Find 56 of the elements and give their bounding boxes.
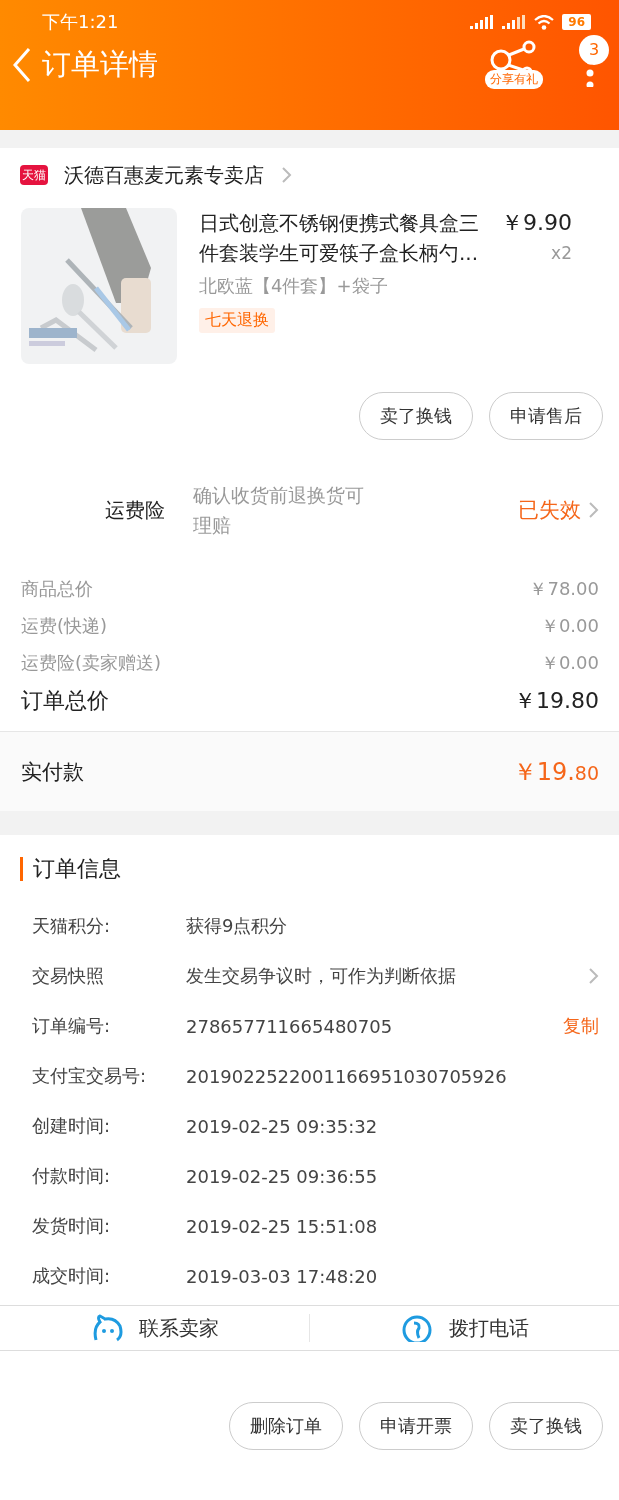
info-value: 2019-02-25 15:51:08	[186, 1215, 379, 1237]
info-value: 2019-02-25 09:35:32	[186, 1115, 379, 1137]
action-button[interactable]: 卖了换钱	[489, 1401, 603, 1450]
info-value: 278657711665480705	[186, 1015, 394, 1037]
info-value: 发生交易争议时，可作为判断依据	[186, 964, 457, 988]
info-label: 创建时间:	[32, 1114, 112, 1138]
price-label: 商品总价	[21, 577, 93, 601]
battery-icon: 96	[562, 14, 591, 30]
back-icon[interactable]	[12, 46, 32, 83]
action-button[interactable]: 申请开票	[359, 1401, 473, 1450]
paid-label: 实付款	[21, 758, 84, 786]
total-label: 订单总价	[21, 687, 109, 715]
signal-icon	[502, 15, 527, 29]
info-value: 2019022522001166951030705926	[186, 1065, 508, 1087]
info-value: 获得9点积分	[186, 914, 289, 938]
wifi-icon	[534, 14, 555, 30]
store-logo: 天猫	[20, 165, 48, 185]
contact-button[interactable]: 联系卖家	[0, 1314, 309, 1342]
info-value: 2019-03-03 17:48:20	[186, 1265, 379, 1287]
total-value: ￥19.80	[514, 687, 599, 715]
return-tag: 七天退换	[199, 308, 275, 333]
paid-value: ￥19.80	[512, 756, 599, 788]
price-value: ￥0.00	[540, 614, 599, 638]
notification-badge: 3	[579, 34, 609, 65]
section-title: 订单信息	[20, 857, 599, 881]
price-label: 运费(快递)	[21, 614, 108, 638]
phone-icon	[400, 1314, 433, 1342]
price-label: 运费险(卖家赠送)	[21, 651, 162, 675]
insurance-label: 运费险	[105, 496, 166, 524]
info-label: 交易快照	[32, 964, 105, 988]
page-title: 订单详情	[42, 45, 158, 83]
info-label: 订单编号:	[32, 1014, 112, 1038]
product-price: ￥9.90	[501, 209, 572, 237]
price-value: ￥78.00	[529, 577, 599, 601]
status-time: 下午1:21	[42, 10, 119, 34]
signal-icon	[470, 15, 495, 29]
store-name[interactable]: 沃德百惠麦元素专卖店	[64, 161, 264, 189]
action-button[interactable]: 申请售后	[489, 392, 603, 440]
info-label: 支付宝交易号:	[32, 1064, 148, 1088]
product-title[interactable]: 日式创意不锈钢便携式餐具盒三件套装学生可爱筷子盒长柄勺...	[199, 208, 489, 268]
info-label: 天猫积分:	[32, 914, 112, 938]
chevron-icon	[587, 501, 599, 519]
insurance-description: 确认收货前退换货可理赔	[193, 483, 365, 538]
product-variant: 北欧蓝【4件套】+袋子	[199, 274, 389, 298]
action-button[interactable]: 卖了换钱	[359, 392, 473, 440]
info-label: 付款时间:	[32, 1164, 112, 1188]
info-label: 成交时间:	[32, 1264, 112, 1288]
action-button[interactable]: 删除订单	[229, 1401, 343, 1450]
price-value: ￥0.00	[540, 651, 599, 675]
info-label: 发货时间:	[32, 1214, 112, 1238]
chevron-icon	[280, 166, 292, 184]
product-quantity: x2	[551, 242, 572, 265]
chevron-icon[interactable]	[587, 967, 599, 985]
info-value: 2019-02-25 09:36:55	[186, 1165, 379, 1187]
contact-button[interactable]: 拨打电话	[309, 1314, 619, 1342]
share-label: 分享有礼	[485, 70, 543, 89]
